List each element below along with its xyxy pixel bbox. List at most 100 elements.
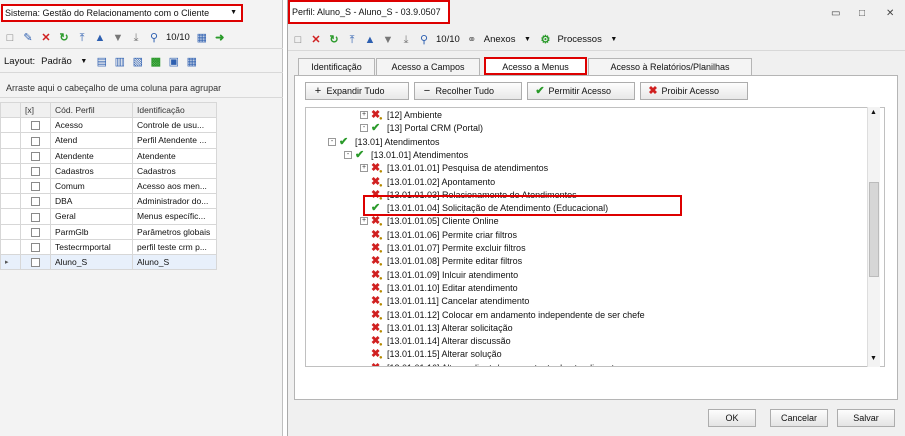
system-selector[interactable]: Sistema: Gestão do Relacionamento com o … (1, 4, 243, 22)
row-checkbox[interactable] (31, 212, 40, 222)
collapse-icon[interactable]: - (360, 124, 368, 133)
refresh-icon[interactable]: ↻ (328, 34, 340, 46)
ok-button[interactable]: OK (708, 409, 756, 427)
table-row[interactable]: ▸ Aluno_S Aluno_S (0, 253, 217, 271)
first-record-icon[interactable]: ⤒ (346, 34, 358, 46)
anexos-menu[interactable]: Anexos (484, 34, 516, 45)
next-record-icon[interactable]: ▼ (382, 34, 394, 46)
chevron-down-icon[interactable]: ▼ (78, 56, 90, 68)
row-checkbox[interactable] (31, 121, 40, 131)
minimize-icon[interactable]: ▭ (831, 8, 840, 19)
select-cell[interactable] (20, 223, 51, 240)
last-record-icon[interactable]: ⤓ (130, 32, 142, 44)
select-cell[interactable] (20, 132, 51, 149)
chart-icon[interactable]: ▦ (186, 56, 198, 68)
tab-acesso-menus[interactable]: Acesso a Menus (484, 57, 587, 75)
export-icon[interactable]: ▩ (150, 56, 162, 68)
delete-icon[interactable]: ✕ (40, 32, 52, 44)
select-column-header[interactable]: [x] (20, 101, 51, 119)
select-cell[interactable] (20, 193, 51, 210)
select-cell[interactable] (20, 117, 51, 134)
maximize-icon[interactable]: □ (859, 8, 865, 19)
print-icon[interactable]: ▣ (168, 56, 180, 68)
tree-scrollbar[interactable]: ▲ ▼ (867, 107, 880, 367)
chevron-down-icon[interactable]: ▼ (521, 34, 533, 46)
select-cell[interactable] (20, 208, 51, 225)
previous-record-icon[interactable]: ▲ (364, 34, 376, 46)
gears-icon[interactable]: ⚙ (539, 34, 551, 46)
row-checkbox[interactable] (31, 166, 40, 176)
first-record-icon[interactable]: ⤒ (76, 32, 88, 44)
edit-icon[interactable]: ✎ (22, 32, 34, 44)
scroll-up-icon[interactable]: ▲ (870, 109, 877, 116)
checkmark-icon[interactable]: ✔ (371, 122, 380, 135)
row-checkbox[interactable] (31, 136, 40, 146)
table-row[interactable]: Atendente Atendente (0, 147, 217, 164)
new-icon[interactable]: □ (4, 32, 16, 44)
table-row[interactable]: Cadastros Cadastros (0, 162, 217, 179)
calendar-icon[interactable]: ▦ (196, 32, 208, 44)
row-checkbox[interactable] (31, 151, 40, 161)
collapse-all-button[interactable]: − Recolher Tudo (414, 82, 522, 100)
checkmark-icon[interactable]: ✔ (355, 149, 364, 162)
row-checkbox[interactable] (31, 197, 40, 207)
scroll-thumb[interactable] (869, 182, 879, 277)
execute-icon[interactable]: ➜ (214, 32, 226, 44)
binoculars-icon[interactable]: ⚲ (418, 34, 430, 46)
save-button[interactable]: Salvar (837, 409, 895, 427)
row-checkbox[interactable] (31, 258, 40, 268)
paperclip-icon[interactable]: ⚭ (466, 34, 478, 46)
checkmark-icon[interactable]: ✔ (339, 136, 348, 149)
row-checkbox[interactable] (31, 242, 40, 252)
select-cell[interactable] (20, 253, 51, 271)
deny-access-button[interactable]: ✖ Proibir Acesso (640, 82, 748, 100)
chevron-down-icon[interactable]: ▼ (230, 6, 237, 20)
last-record-icon[interactable]: ⤓ (400, 34, 412, 46)
processos-menu[interactable]: Processos (557, 34, 601, 45)
cancel-button[interactable]: Cancelar (770, 409, 828, 427)
cross-icon[interactable]: ✖ (371, 362, 380, 366)
layout-select[interactable]: Padrão (41, 56, 72, 67)
filter-icon[interactable]: ▧ (132, 56, 144, 68)
grid-header-row: [x] Cód. Perfil Identificação (0, 101, 217, 119)
select-cell[interactable] (20, 147, 51, 164)
tab-identificacao[interactable]: Identificação (298, 58, 375, 75)
expand-icon[interactable]: + (360, 111, 368, 119)
group-by-hint[interactable]: Arraste aqui o cabeçalho de uma coluna p… (0, 78, 283, 98)
previous-record-icon[interactable]: ▲ (94, 32, 106, 44)
table-row[interactable]: Atend Perfil Atendente ... (0, 132, 217, 149)
collapse-icon[interactable]: - (344, 150, 352, 159)
close-icon[interactable]: ✕ (886, 8, 894, 19)
grid-icon[interactable]: ▤ (96, 56, 108, 68)
delete-icon[interactable]: ✕ (310, 34, 322, 46)
tab-acesso-relatorios[interactable]: Acesso à Relatórios/Planilhas (588, 58, 752, 75)
table-row[interactable]: Geral Menus específic... (0, 208, 217, 225)
identification-cell: Controle de usu... (132, 117, 217, 134)
table-row[interactable]: Comum Acesso aos men... (0, 177, 217, 195)
columns-icon[interactable]: ▥ (114, 56, 126, 68)
table-row[interactable]: ParmGlb Parâmetros globais (0, 223, 217, 240)
collapse-icon[interactable]: - (328, 137, 336, 146)
row-checkbox[interactable] (31, 182, 40, 192)
code-column-header[interactable]: Cód. Perfil (50, 101, 133, 119)
select-cell[interactable] (20, 162, 51, 179)
expand-all-button[interactable]: + Expandir Tudo (305, 82, 409, 100)
next-record-icon[interactable]: ▼ (112, 32, 124, 44)
expand-icon[interactable]: + (360, 217, 368, 226)
binoculars-icon[interactable]: ⚲ (148, 32, 160, 44)
row-checkbox[interactable] (31, 227, 40, 237)
tab-acesso-campos[interactable]: Acesso a Campos (376, 58, 480, 75)
refresh-icon[interactable]: ↻ (58, 32, 70, 44)
table-row[interactable]: Testecrmportal perfil teste crm p... (0, 238, 217, 255)
scroll-down-icon[interactable]: ▼ (870, 355, 877, 362)
expand-icon[interactable]: + (360, 164, 368, 173)
identification-column-header[interactable]: Identificação (132, 101, 217, 119)
table-row[interactable]: Acesso Controle de usu... (0, 117, 217, 134)
identification-cell: Administrador do... (132, 193, 217, 210)
select-cell[interactable] (20, 238, 51, 255)
chevron-down-icon[interactable]: ▼ (608, 34, 620, 46)
new-icon[interactable]: □ (292, 34, 304, 46)
table-row[interactable]: DBA Administrador do... (0, 193, 217, 210)
select-cell[interactable] (20, 177, 51, 195)
allow-access-button[interactable]: ✔ Permitir Acesso (527, 82, 635, 100)
